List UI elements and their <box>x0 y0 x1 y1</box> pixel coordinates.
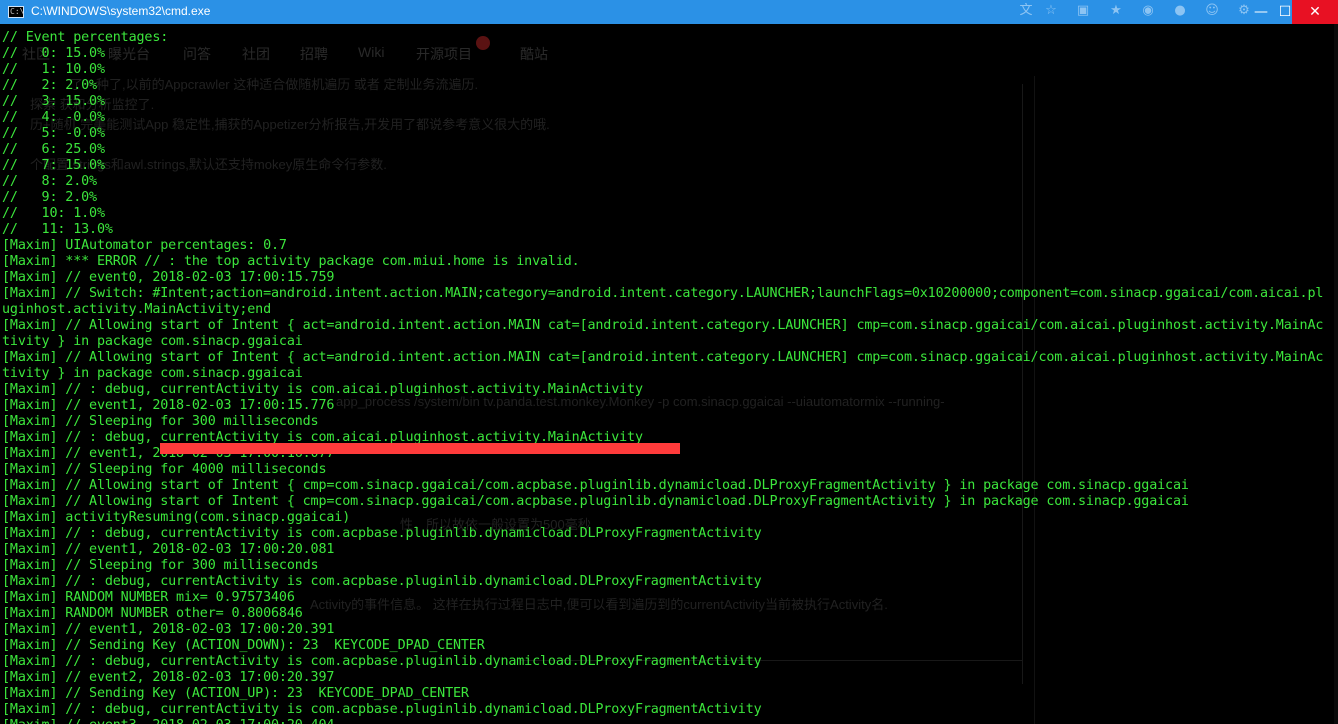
console-line: [Maxim] // Sleeping for 4000 millisecond… <box>2 462 327 477</box>
console-output[interactable]: // Event percentages:// 0: 15.0%// 1: 10… <box>0 28 1338 724</box>
face-icon: ☺ <box>1205 3 1219 18</box>
star-icon: ☆ <box>1045 3 1057 18</box>
circle-icon: ● <box>1174 3 1186 18</box>
console-line: [Maxim] // Sending Key (ACTION_DOWN): 23… <box>2 638 485 653</box>
console-line: // 7: 15.0% <box>2 158 105 173</box>
weibo-icon: ◉ <box>1142 3 1154 18</box>
window-title: C:\WINDOWS\system32\cmd.exe <box>31 4 211 18</box>
console-line: [Maxim] // Allowing start of Intent { cm… <box>2 494 1189 509</box>
console-line: [Maxim] // event1, 2018-02-03 17:00:20.3… <box>2 622 335 637</box>
console-line: [Maxim] // event3, 2018-02-03 17:00:20.4… <box>2 718 334 724</box>
close-button[interactable]: ✕ <box>1292 0 1338 24</box>
console-line: // 6: 25.0% <box>2 142 105 157</box>
console-line: [Maxim] // Sleeping for 300 milliseconds <box>2 558 319 573</box>
console-line: // 10: 1.0% <box>2 206 105 221</box>
console-line: // 9: 2.0% <box>2 190 97 205</box>
console-line: [Maxim] // : debug, currentActivity is c… <box>2 574 762 589</box>
console-line: [Maxim] // event2, 2018-02-03 17:00:20.3… <box>2 670 335 685</box>
console-line: // 0: 15.0% <box>2 46 105 61</box>
console-line: [Maxim] UIAutomator percentages: 0.7 <box>2 238 287 253</box>
console-line: // Event percentages: <box>2 30 169 45</box>
console-line: uginhost.activity.MainActivity;end <box>2 302 272 317</box>
console-line: [Maxim] // : debug, currentActivity is c… <box>2 654 762 669</box>
console-line: [Maxim] // : debug, currentActivity is c… <box>2 382 643 397</box>
console-line: [Maxim] RANDOM NUMBER mix= 0.97573406 <box>2 590 295 605</box>
console-line: [Maxim] // event1, 2018-02-03 17:00:20.0… <box>2 542 335 557</box>
console-line: tivity } in package com.sinacp.ggaicai <box>2 334 303 349</box>
translate-icon: 文 <box>1019 3 1033 18</box>
bookmark-icon: ★ <box>1110 3 1122 18</box>
console-line: [Maxim] // Sending Key (ACTION_UP): 23 K… <box>2 686 469 701</box>
console-line: [Maxim] // Sleeping for 300 milliseconds <box>2 414 319 429</box>
console-line: [Maxim] activityResuming(com.sinacp.ggai… <box>2 510 351 525</box>
console-line: [Maxim] // Allowing start of Intent { ac… <box>2 350 1324 365</box>
window-titlebar[interactable]: C:\ C:\WINDOWS\system32\cmd.exe 文 ☆ ▣ ★ … <box>0 0 1338 24</box>
console-line: [Maxim] // Switch: #Intent;action=androi… <box>2 286 1324 301</box>
console-scrollbar[interactable] <box>1334 24 1338 724</box>
console-line: tivity } in package com.sinacp.ggaicai <box>2 366 303 381</box>
console-line: // 3: 15.0% <box>2 94 105 109</box>
console-line: [Maxim] RANDOM NUMBER other= 0.8006846 <box>2 606 303 621</box>
console-line: [Maxim] // Allowing start of Intent { ac… <box>2 318 1324 333</box>
red-redaction-mark <box>160 443 680 454</box>
console-line: [Maxim] // event1, 2018-02-03 17:00:15.7… <box>2 398 335 413</box>
console-line: // 2: 2.0% <box>2 78 97 93</box>
cmd-icon: C:\ <box>8 6 25 18</box>
console-line: [Maxim] // : debug, currentActivity is c… <box>2 702 762 717</box>
console-line: // 1: 10.0% <box>2 62 105 77</box>
console-line: [Maxim] // Allowing start of Intent { cm… <box>2 478 1189 493</box>
console-line: // 4: -0.0% <box>2 110 105 125</box>
console-line: // 11: 13.0% <box>2 222 113 237</box>
console-line: // 5: -0.0% <box>2 126 105 141</box>
console-line: [Maxim] // event0, 2018-02-03 17:00:15.7… <box>2 270 335 285</box>
extension-icon: ▣ <box>1076 3 1090 18</box>
console-line: [Maxim] // : debug, currentActivity is c… <box>2 526 762 541</box>
console-line: // 8: 2.0% <box>2 174 97 189</box>
console-line: [Maxim] *** ERROR // : the top activity … <box>2 254 580 269</box>
